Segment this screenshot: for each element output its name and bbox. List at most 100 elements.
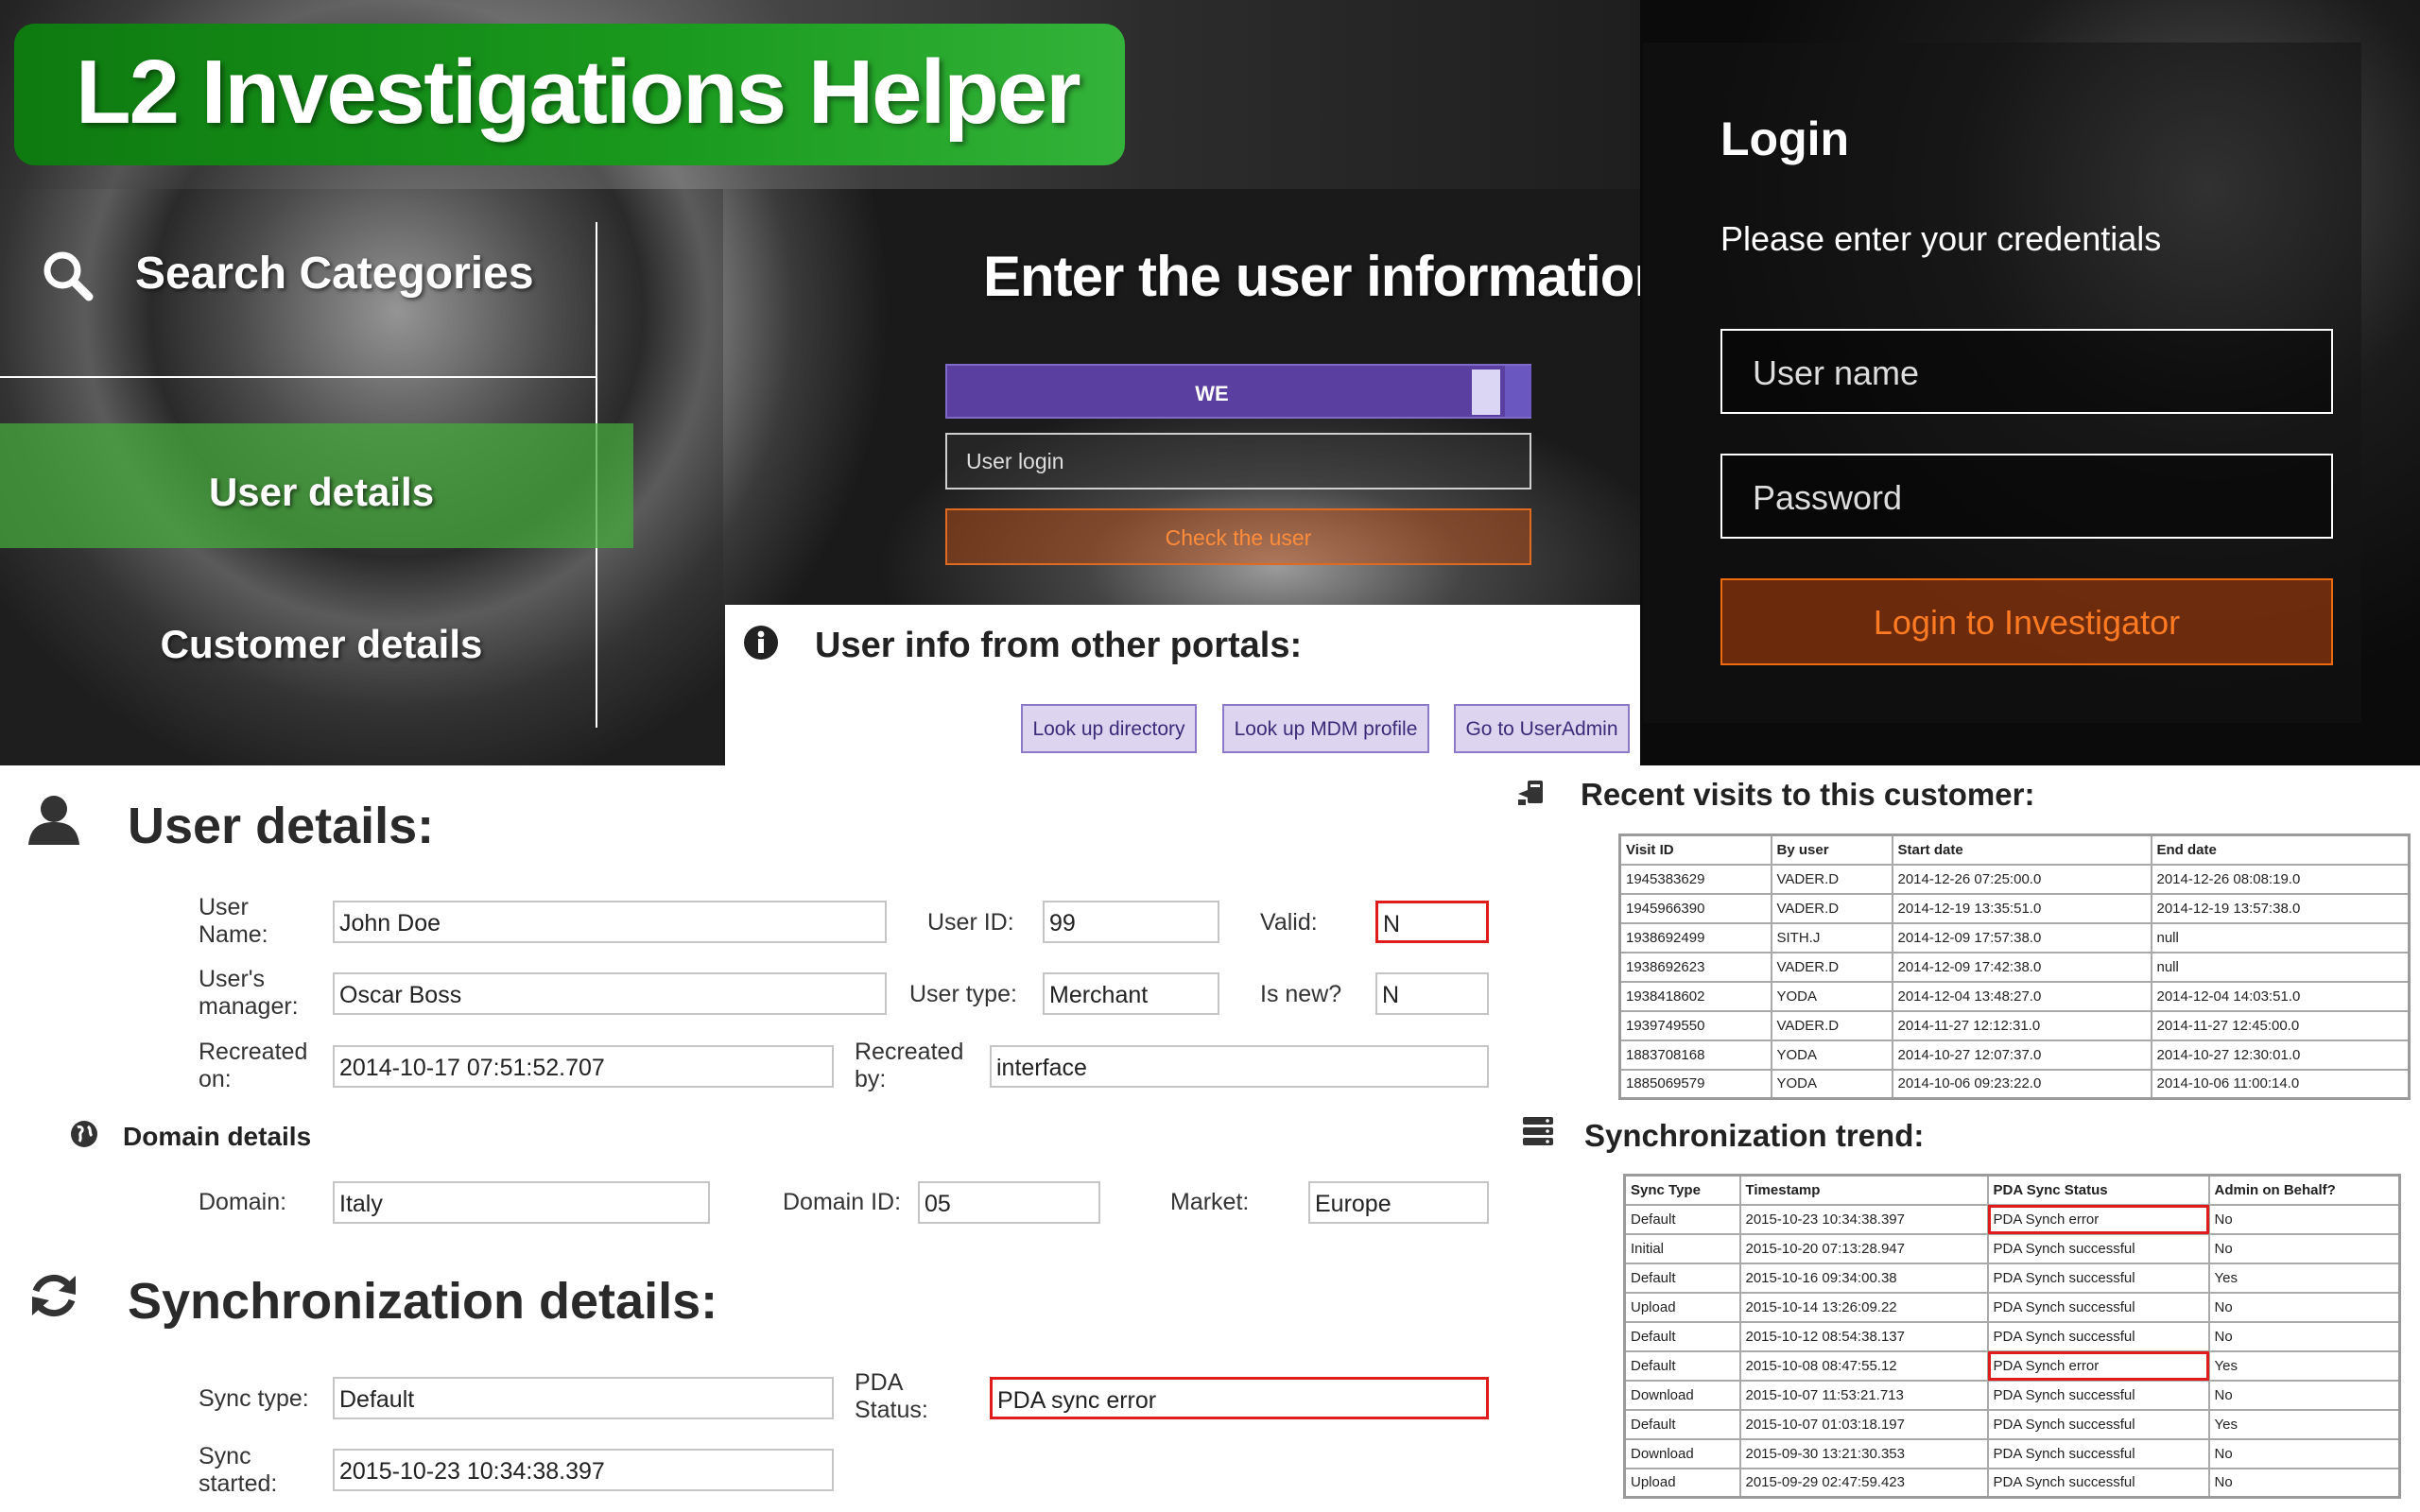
portals-title: User info from other portals: [815,626,1303,665]
sync-type-field[interactable]: Default [333,1377,834,1419]
column-header: Admin on Behalf? [2207,1174,2401,1206]
table-cell: Yes [2207,1408,2401,1440]
sync-started-field[interactable]: 2015-10-23 10:34:38.397 [333,1449,834,1491]
info-icon [742,624,780,662]
sync-type-label: Sync type: [199,1385,309,1412]
valid-label: Valid: [1260,909,1318,936]
table-cell: Default [1623,1262,1741,1294]
user-type-field[interactable]: Merchant [1043,972,1219,1015]
domain-id-field[interactable]: 05 [918,1181,1100,1224]
table-cell: 2015-10-16 09:34:00.38 [1738,1262,1989,1294]
portals-panel: User info from other portals: Look up di… [725,605,1640,765]
column-header: Timestamp [1738,1174,1989,1206]
table-cell: YODA [1770,1039,1893,1071]
table-cell: 2014-12-04 13:48:27.0 [1891,980,2152,1012]
table-cell: PDA Synch successful [1986,1320,2210,1352]
market-label: Market: [1170,1189,1250,1215]
table-cell: PDA Synch error [1986,1203,2210,1235]
region-selector-label: WE [1195,382,1229,405]
table-cell: Download [1623,1437,1741,1469]
go-to-useradmin-button[interactable]: Go to UserAdmin [1454,704,1630,753]
table-cell: 1945383629 [1618,863,1772,895]
table-row: 1938692499 SITH.J 2014-12-09 17:57:38.0 nul… [1618,921,2411,954]
table-row: 1938418602 YODA 2014-12-04 13:48:27.0 2014-… [1618,980,2411,1012]
password-input[interactable]: Password [1720,454,2333,539]
table-cell: 2014-11-27 12:45:00.0 [2150,1009,2411,1041]
column-header: End date [2150,833,2411,866]
table-cell: 2015-10-12 08:54:38.137 [1738,1320,1989,1352]
manager-field[interactable]: Oscar Boss [333,972,887,1015]
table-cell: 1885069579 [1618,1068,1772,1100]
user-type-label: User type: [909,981,1017,1007]
table-cell: 2014-11-27 12:12:31.0 [1891,1009,2152,1041]
user-id-label: User ID: [927,909,1014,936]
table-row: Upload 2015-09-29 02:47:59.423 PDA Synch s… [1623,1467,2401,1499]
table-cell: 1939749550 [1618,1009,1772,1041]
pda-status-field[interactable]: PDA sync error [990,1377,1489,1419]
sidebar-item-user-details[interactable]: User details [0,470,643,515]
user-details-heading: User details: [128,798,435,854]
table-cell: Initial [1623,1232,1741,1264]
table-cell: 2014-12-09 17:42:38.0 [1891,951,2152,983]
table-cell: VADER.D [1770,1009,1893,1041]
lookup-mdm-button[interactable]: Look up MDM profile [1222,704,1429,753]
table-cell: 2015-09-29 02:47:59.423 [1738,1467,1989,1499]
table-cell: Yes [2207,1262,2401,1294]
table-cell: PDA Synch successful [1986,1408,2210,1440]
table-cell: No [2207,1232,2401,1264]
table-cell: 2015-10-07 11:53:21.713 [1738,1379,1989,1411]
table-row: Initial 2015-10-20 07:13:28.947 PDA Synch … [1623,1232,2401,1264]
table-cell: null [2150,951,2411,983]
region-selector-thumb[interactable] [1472,369,1500,415]
table-cell: 2014-10-27 12:07:37.0 [1891,1039,2152,1071]
table-cell: No [2207,1320,2401,1352]
table-row: Default 2015-10-12 08:54:38.137 PDA Synch … [1623,1320,2401,1352]
column-header: PDA Sync Status [1986,1174,2210,1206]
is-new-label: Is new? [1260,981,1342,1007]
column-header: Start date [1891,833,2152,866]
login-title: Login [1720,112,1850,165]
domain-details-heading: Domain details [123,1122,312,1151]
table-row: Default 2015-10-23 10:34:38.397 PDA Synch … [1623,1203,2401,1235]
region-selector[interactable]: WE [945,364,1531,419]
recreated-on-label: Recreated on: [199,1039,308,1092]
user-info-heading: Enter the user information [983,245,1668,308]
user-icon [26,792,81,847]
domain-field[interactable]: Italy [333,1181,710,1224]
visit-icon [1516,775,1550,809]
table-cell: 2015-10-23 10:34:38.397 [1738,1203,1989,1235]
user-name-field[interactable]: John Doe [333,901,887,943]
table-cell: PDA Synch successful [1986,1232,2210,1264]
table-cell: VADER.D [1770,892,1893,924]
recreated-by-field[interactable]: interface [990,1045,1489,1088]
login-subtitle: Please enter your credentials [1720,219,2162,258]
table-row: 1939749550 VADER.D 2014-11-27 12:12:31.0 20… [1618,1009,2411,1041]
recreated-on-field[interactable]: 2014-10-17 07:51:52.707 [333,1045,834,1088]
table-row: 1938692623 VADER.D 2014-12-09 17:42:38.0 nu… [1618,951,2411,983]
table-cell: 2014-10-06 09:23:22.0 [1891,1068,2152,1100]
username-input[interactable]: User name [1720,329,2333,414]
sidebar-item-customer-details[interactable]: Customer details [0,622,643,667]
market-field[interactable]: Europe [1308,1181,1489,1224]
user-name-label: User Name: [199,894,268,948]
table-row: Download 2015-10-07 11:53:21.713 PDA Synch… [1623,1379,2401,1411]
login-button[interactable]: Login to Investigator [1720,578,2333,665]
user-login-input[interactable]: User login [945,433,1531,490]
valid-field[interactable]: N [1375,901,1489,943]
sync-trend-table: Sync Type Timestamp PDA Sync Status Admi… [1623,1174,2401,1499]
check-user-button[interactable]: Check the user [945,508,1531,565]
table-row: 1945966390 VADER.D 2014-12-19 13:35:51.0 20… [1618,892,2411,924]
table-cell: null [2150,921,2411,954]
user-id-field[interactable]: 99 [1043,901,1219,943]
table-cell: 2014-12-19 13:35:51.0 [1891,892,2152,924]
sync-trend-heading: Synchronization trend: [1584,1118,1925,1153]
table-cell: YODA [1770,1068,1893,1100]
table-cell: PDA Synch successful [1986,1291,2210,1323]
column-header: Sync Type [1623,1174,1741,1206]
is-new-field[interactable]: N [1375,972,1489,1015]
table-cell: No [2207,1379,2401,1411]
server-icon [1522,1115,1554,1147]
sidebar-separator [0,376,597,378]
lookup-directory-button[interactable]: Look up directory [1021,704,1197,753]
recent-visits-heading: Recent visits to this customer: [1581,777,2035,812]
